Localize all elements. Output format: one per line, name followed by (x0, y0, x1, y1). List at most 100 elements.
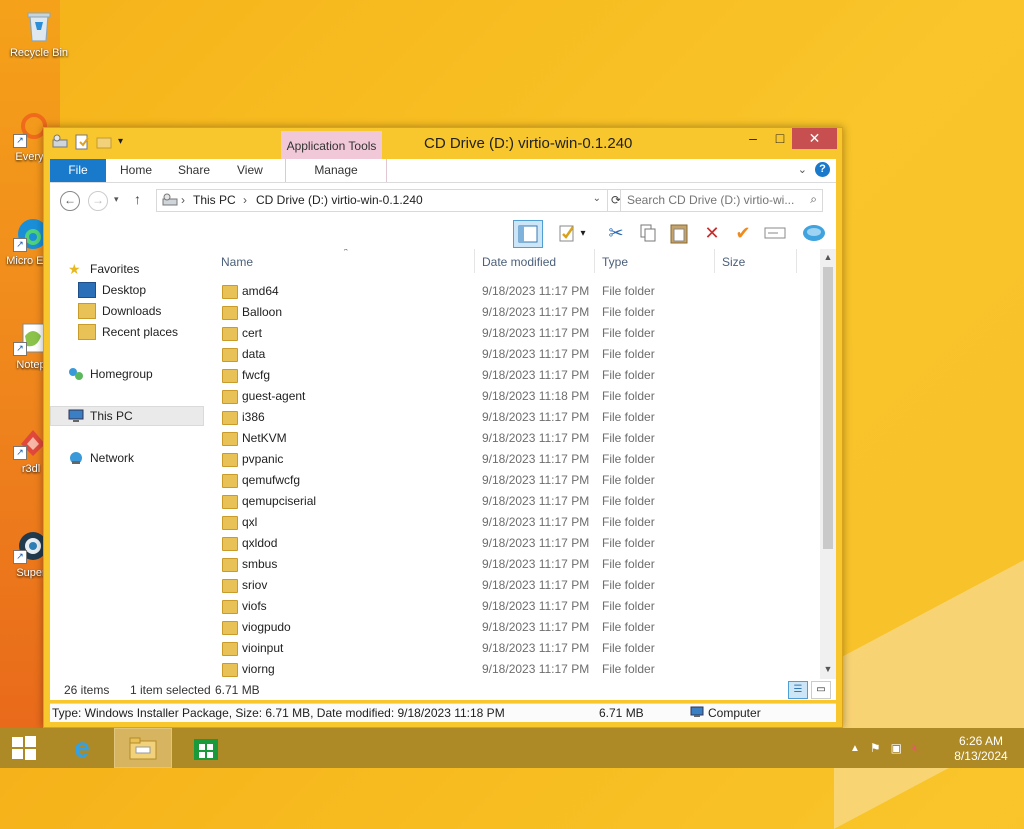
minimize-button[interactable]: – (739, 128, 767, 149)
file-row[interactable]: data 9/18/2023 11:17 PM File folder (220, 344, 810, 365)
forward-button[interactable]: → (88, 191, 108, 211)
up-button[interactable]: ↑ (134, 191, 141, 207)
customize-qat-chevron-icon[interactable]: ▾ (118, 134, 134, 150)
rename-field-icon[interactable] (761, 220, 789, 246)
breadcrumb-this-pc[interactable]: This PC (193, 193, 236, 207)
layout-pane-button[interactable] (513, 220, 543, 248)
file-type: File folder (602, 662, 655, 676)
internet-explorer-taskbar-button[interactable]: e (62, 728, 102, 768)
delete-icon[interactable]: ✕ (698, 220, 726, 246)
search-box[interactable]: ⌕ (620, 189, 823, 212)
file-type: File folder (602, 284, 655, 298)
tab-share[interactable]: Share (168, 159, 220, 182)
file-row[interactable]: qxl 9/18/2023 11:17 PM File folder (220, 512, 810, 533)
file-row[interactable]: cert 9/18/2023 11:17 PM File folder (220, 323, 810, 344)
help-icon[interactable]: ? (815, 162, 830, 177)
nav-network[interactable]: Network (68, 448, 134, 468)
action-center-flag-icon[interactable]: ⚑ (870, 741, 881, 755)
back-button[interactable]: ← (60, 191, 80, 211)
recent-locations-chevron-icon[interactable]: ▾ (114, 194, 119, 205)
volume-muted-icon[interactable]: 🔇︎ (912, 741, 920, 756)
vertical-scrollbar[interactable]: ▲ ▼ (820, 249, 836, 679)
file-row[interactable]: vioinput 9/18/2023 11:17 PM File folder (220, 638, 810, 659)
file-type: File folder (602, 494, 655, 508)
nav-this-pc[interactable]: This PC (50, 406, 204, 426)
column-header-name[interactable]: Name (221, 255, 253, 273)
file-row[interactable]: sriov 9/18/2023 11:17 PM File folder (220, 575, 810, 596)
file-row[interactable]: fwcfg 9/18/2023 11:17 PM File folder (220, 365, 810, 386)
file-type: File folder (602, 410, 655, 424)
desktop-icon-recycle-bin[interactable]: Recycle Bin (4, 8, 74, 59)
file-row[interactable]: qemufwcfg 9/18/2023 11:17 PM File folder (220, 470, 810, 491)
scroll-up-arrow-icon[interactable]: ▲ (820, 249, 836, 265)
scroll-down-arrow-icon[interactable]: ▼ (820, 661, 836, 677)
start-button[interactable] (6, 728, 42, 768)
paste-icon[interactable] (665, 220, 693, 246)
preview-pane-icon[interactable] (800, 220, 828, 246)
column-separator[interactable] (714, 249, 715, 273)
column-separator[interactable] (594, 249, 595, 273)
show-hidden-icons-chevron-icon[interactable]: ▲ (850, 743, 860, 754)
tab-view[interactable]: View (227, 159, 273, 182)
shortcut-arrow-icon: ↗ (13, 238, 27, 252)
file-row[interactable]: viofs 9/18/2023 11:17 PM File folder (220, 596, 810, 617)
file-list: ⌃ Name Date modified Type Size amd64 9/18… (220, 249, 820, 679)
copy-icon[interactable] (634, 220, 662, 246)
address-bar[interactable]: › This PC › CD Drive (D:) virtio-win-0.1… (156, 189, 608, 212)
nav-homegroup[interactable]: Homegroup (68, 364, 153, 384)
file-row[interactable]: viogpudo 9/18/2023 11:17 PM File folder (220, 617, 810, 638)
title-bar[interactable]: ▾ Application Tools CD Drive (D:) virtio… (44, 128, 842, 186)
new-folder-icon[interactable] (96, 134, 112, 150)
folder-icon (222, 495, 238, 509)
column-header-type[interactable]: Type (602, 255, 628, 273)
file-row[interactable]: Balloon 9/18/2023 11:17 PM File folder (220, 302, 810, 323)
file-explorer-taskbar-button[interactable] (114, 728, 172, 768)
file-row[interactable]: qemupciserial 9/18/2023 11:17 PM File fold… (220, 491, 810, 512)
file-row[interactable]: smbus 9/18/2023 11:17 PM File folder (220, 554, 810, 575)
breadcrumb-cd-drive[interactable]: CD Drive (D:) virtio-win-0.1.240 (256, 193, 423, 207)
store-taskbar-button[interactable] (186, 728, 226, 768)
file-row[interactable]: viorng 9/18/2023 11:17 PM File folder (220, 659, 810, 679)
file-row[interactable]: amd64 9/18/2023 11:17 PM File folder (220, 281, 810, 302)
column-header-size[interactable]: Size (722, 255, 745, 273)
file-row[interactable]: NetKVM 9/18/2023 11:17 PM File folder (220, 428, 810, 449)
nav-desktop-label: Desktop (102, 283, 147, 297)
scrollbar-thumb[interactable] (823, 267, 833, 549)
file-row[interactable]: pvpanic 9/18/2023 11:17 PM File folder (220, 449, 810, 470)
column-header-date-modified[interactable]: Date modified (482, 255, 556, 273)
command-toolbar: ▾ ✂ ✕ ✔ (50, 217, 836, 249)
tab-home[interactable]: Home (110, 159, 162, 182)
nav-favorites[interactable]: ★ Favorites (68, 259, 139, 279)
nav-downloads[interactable]: Downloads (78, 301, 161, 321)
file-row[interactable]: qxldod 9/18/2023 11:17 PM File folder (220, 533, 810, 554)
computer-icon (68, 409, 84, 423)
nav-desktop[interactable]: Desktop (78, 280, 146, 300)
properties-icon[interactable] (74, 134, 90, 150)
cut-icon[interactable]: ✂ (602, 220, 630, 246)
nav-recent-places[interactable]: Recent places (78, 322, 178, 342)
file-name: i386 (242, 410, 265, 424)
details-view-button[interactable]: ☰ (788, 681, 808, 699)
ribbon-tabs: File Home Share View Manage ⌄ ? (50, 159, 836, 183)
column-separator[interactable] (474, 249, 475, 273)
search-icon[interactable]: ⌕ (810, 192, 817, 207)
drive-icon[interactable] (52, 134, 68, 150)
address-dropdown-chevron-icon[interactable]: ⌄ (593, 193, 601, 204)
search-input[interactable] (621, 190, 802, 209)
maximize-button[interactable]: □ (767, 128, 793, 149)
clock-time: 6:26 AM (958, 734, 1004, 748)
large-icons-view-button[interactable]: ▭ (811, 681, 831, 699)
properties-dropdown-chevron-icon[interactable]: ▾ (576, 220, 590, 246)
tab-manage[interactable]: Manage (285, 159, 387, 182)
expand-ribbon-chevron-icon[interactable]: ⌄ (798, 163, 807, 176)
taskbar-clock[interactable]: 6:26 AM 8/13/2024 (945, 734, 1017, 764)
rename-check-icon[interactable]: ✔ (729, 220, 757, 246)
column-separator[interactable] (796, 249, 797, 273)
nav-downloads-label: Downloads (102, 304, 162, 318)
file-row[interactable]: guest-agent 9/18/2023 11:18 PM File folder (220, 386, 810, 407)
file-row[interactable]: i386 9/18/2023 11:17 PM File folder (220, 407, 810, 428)
close-button[interactable]: ✕ (792, 128, 837, 149)
desktop-icon-label: Recycle Bin (9, 47, 69, 59)
network-status-icon[interactable]: ▣ (891, 741, 902, 755)
tab-file[interactable]: File (50, 159, 106, 182)
